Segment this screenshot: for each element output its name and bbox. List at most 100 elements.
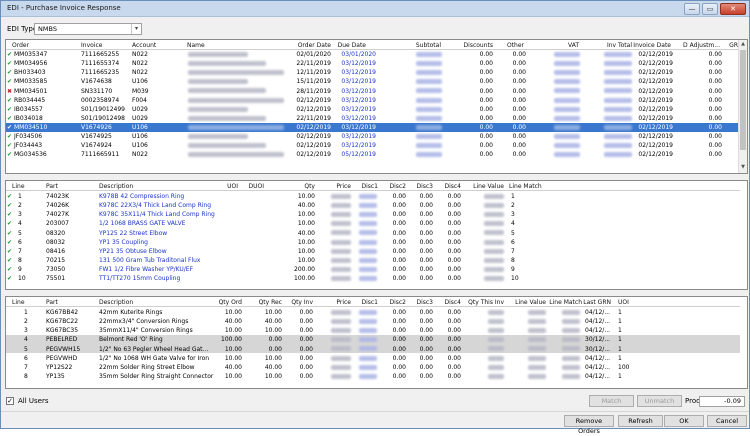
order-line-row[interactable]: 2 KG67BC22 22mmx3/4" Conversion Rings 40.00…: [6, 317, 740, 326]
order-line-row[interactable]: 3 KG67BC35 35mmX11/4" Conversion Rings 1 0.0…: [6, 326, 740, 335]
line-number: 5: [24, 345, 28, 353]
invoice-number: V1674925: [81, 133, 112, 141]
match-button[interactable]: Match: [589, 395, 634, 407]
scroll-down-icon[interactable]: ▼: [739, 164, 747, 172]
invoice-row[interactable]: ✔ MM035347 7111665255 N022 02/01/2020 03/01/2…: [6, 50, 740, 59]
close-button[interactable]: ✕: [720, 3, 746, 15]
other: 0.00: [512, 133, 526, 141]
invoice-number: 7111665235: [81, 69, 120, 77]
supplier-name-redacted: [188, 88, 266, 94]
supplier-name-redacted: [188, 152, 284, 158]
invoice-row[interactable]: ✔ MG034536 7111665911 N022 02/12/2019 05/12/2…: [6, 150, 740, 159]
line-description: TT1/TT270 15mm Coupling: [99, 275, 181, 283]
checkmark-icon: ✔: [7, 275, 13, 283]
line-value-redacted: [528, 364, 546, 370]
adjustment: 0.00: [708, 60, 722, 68]
qty-this-inv-redacted: [488, 373, 504, 379]
invoice-grid[interactable]: Order Invoice Account Name Order Date Due Dat…: [5, 39, 748, 174]
disc4: 0.00: [447, 247, 461, 255]
invoice-row[interactable]: ✔ MM034956 7111655374 N022 22/11/2019 03/12/2…: [6, 59, 740, 68]
part-code: 08032: [46, 238, 66, 246]
part-code: 08416: [46, 247, 66, 255]
line-value-redacted: [484, 239, 504, 245]
checkmark-icon: ✔: [7, 211, 13, 219]
part-code: PEGVWHD: [46, 354, 78, 362]
part-code: 70215: [46, 256, 66, 264]
line-description: 1/2 1068 BRASS GATE VALVE: [99, 220, 186, 228]
invoice-row[interactable]: ✔ JF034443 V1674924 U106 02/12/2019 03/12/201…: [6, 141, 740, 150]
invoice-line-row[interactable]: ✔ 6 08032 YP1 35 Coupling 10.00 0.00 0.00 0.00 6: [6, 238, 740, 247]
invoice-row[interactable]: ✖ MM034501 SN331170 M039 28/11/2019 03/12/201…: [6, 86, 740, 95]
invoice-line-row[interactable]: ✔ 8 70215 131 500 Gram Tub Traditonal Flux 1…: [6, 256, 740, 265]
invoice-line-row[interactable]: ✔ 5 08320 YP125 22 Street Elbow 40.00 0.00 0.0…: [6, 228, 740, 237]
invoice-line-row[interactable]: ✔ 9 73050 FW1 1/2 Fibre Washer YP/KU/EF 200.…: [6, 265, 740, 274]
qty-invoiced: 0.00: [299, 336, 313, 344]
edi-type-select[interactable]: NMBS ▾: [34, 23, 142, 35]
invoice-line-row[interactable]: ✔ 1 74023K K978B 42 Compression Ring 10.00 0.…: [6, 192, 740, 201]
due-date: 05/12/2019: [341, 151, 376, 159]
refresh-button[interactable]: Refresh: [618, 415, 663, 427]
line-value-redacted: [528, 319, 546, 325]
invoice-row[interactable]: ✔ BH033403 7111665235 N022 12/11/2019 03/12/2…: [6, 68, 740, 77]
line-value-redacted: [484, 275, 504, 281]
order-line-row[interactable]: 6 PEGVWHD 1/2" No 1068 WH Gate Valve for I…: [6, 354, 740, 363]
account-code: U029: [132, 105, 148, 113]
order-line-row[interactable]: 7 YP12S22 22mm Solder Ring Street Elbow 40.…: [6, 363, 740, 372]
invoice-line-row[interactable]: ✔ 3 74027K K978C 35X11/4 Thick Land Comp Ri…: [6, 210, 740, 219]
minimize-button[interactable]: —: [684, 3, 700, 15]
due-date: 03/12/2019: [341, 87, 376, 95]
scroll-up-icon[interactable]: ▲: [739, 41, 747, 49]
invoice-number: S01/19012499: [81, 105, 126, 113]
order-lines-grid[interactable]: Line Part Description Qty Ord Qty Rec Qty Inv…: [5, 296, 748, 389]
invoice-row[interactable]: ✔ RB034445 0002358974 F004 02/12/2019 03/12/2…: [6, 96, 740, 105]
qty-this-inv-redacted: [488, 364, 504, 370]
invoice-line-row[interactable]: ✔ 4 203007 1/2 1068 BRASS GATE VALVE 10.00 0.…: [6, 219, 740, 228]
cancel-button[interactable]: Cancel: [707, 415, 747, 427]
account-code: M039: [132, 87, 149, 95]
line-number: 10: [18, 275, 26, 283]
disc4: 0.00: [447, 336, 461, 344]
all-users-checkbox[interactable]: ✓: [6, 397, 14, 405]
maximize-button[interactable]: ▭: [702, 3, 718, 15]
invoice-grid-scrollbar[interactable]: ▲ ▼: [738, 40, 747, 173]
invoice-row[interactable]: ✔ MM033585 V1674638 U106 15/11/2019 03/12/201…: [6, 77, 740, 86]
part-code: 74026K: [46, 202, 70, 210]
ok-button[interactable]: OK: [664, 415, 704, 427]
supplier-name-redacted: [188, 115, 266, 121]
invoice-row[interactable]: ✔ IB034018 S01/19012498 U029 22/11/2019 03/12…: [6, 114, 740, 123]
qty-invoiced: 0.00: [299, 372, 313, 380]
column-header-gr: GR: [729, 42, 738, 49]
invoice-line-row[interactable]: ✔ 7 08416 YP21 35 Obtuse Elbow 10.00 0.00 0.00…: [6, 247, 740, 256]
line-number: 8: [24, 372, 28, 380]
invoice-row[interactable]: ✔ IB034557 S01/19012499 U029 02/12/2019 03/12…: [6, 105, 740, 114]
other: 0.00: [512, 151, 526, 159]
edi-invoice-window: EDI - Purchase Invoice Response — ▭ ✕ ED…: [0, 0, 750, 435]
invoice-number: 7111665255: [81, 51, 120, 59]
order-line-row[interactable]: 1 KG67BB42 42mm Kuterite Rings 10.00 10.00 0.…: [6, 308, 740, 317]
supplier-name-redacted: [188, 79, 248, 85]
column-header-account: Account: [132, 42, 157, 49]
vat-redacted: [554, 106, 580, 112]
proof-value-field[interactable]: -0.09: [699, 396, 745, 407]
invoice-row[interactable]: ✔ MM034510 V1674926 U106 02/12/2019 03/12/201…: [6, 122, 740, 132]
last-grn: 04/12/...: [585, 309, 611, 317]
quantity: 40.00: [297, 202, 315, 210]
order-line-row[interactable]: 4 PEBELRED Belmont Red 'O' Ring 100.00 0.00 0…: [6, 335, 740, 345]
disc4: 0.00: [447, 202, 461, 210]
uoi: 1: [618, 309, 622, 317]
invoice-line-row[interactable]: ✔ 2 74026K K978C 22X3/4 Thick Land Comp Rin…: [6, 201, 740, 210]
adjustment: 0.00: [708, 105, 722, 113]
disc4: 0.00: [447, 345, 461, 353]
unmatch-button[interactable]: Unmatch: [637, 395, 682, 407]
disc4: 0.00: [447, 327, 461, 335]
disc4: 0.00: [447, 318, 461, 326]
adjustment: 0.00: [708, 123, 722, 131]
order-line-row[interactable]: 5 PEGVWH15 1/2" No 63 Pegler Wheel Head Ga…: [6, 344, 740, 354]
invoice-row[interactable]: ✔ JF034506 V1674925 U106 02/12/2019 03/12/201…: [6, 132, 740, 141]
other: 0.00: [512, 51, 526, 59]
order-line-row[interactable]: 8 YP135 35mm Solder Ring Straight Connecto…: [6, 372, 740, 381]
remove-orders-button[interactable]: Remove Orders: [564, 415, 614, 435]
invoice-lines-grid[interactable]: Line Part Description UOI DUOI Qty Price Disc1 D…: [5, 180, 748, 290]
scroll-thumb[interactable]: [740, 50, 746, 150]
invoice-line-row[interactable]: ✔ 10 75501 TT1/TT270 15mm Coupling 100.00 0.0…: [6, 274, 740, 283]
